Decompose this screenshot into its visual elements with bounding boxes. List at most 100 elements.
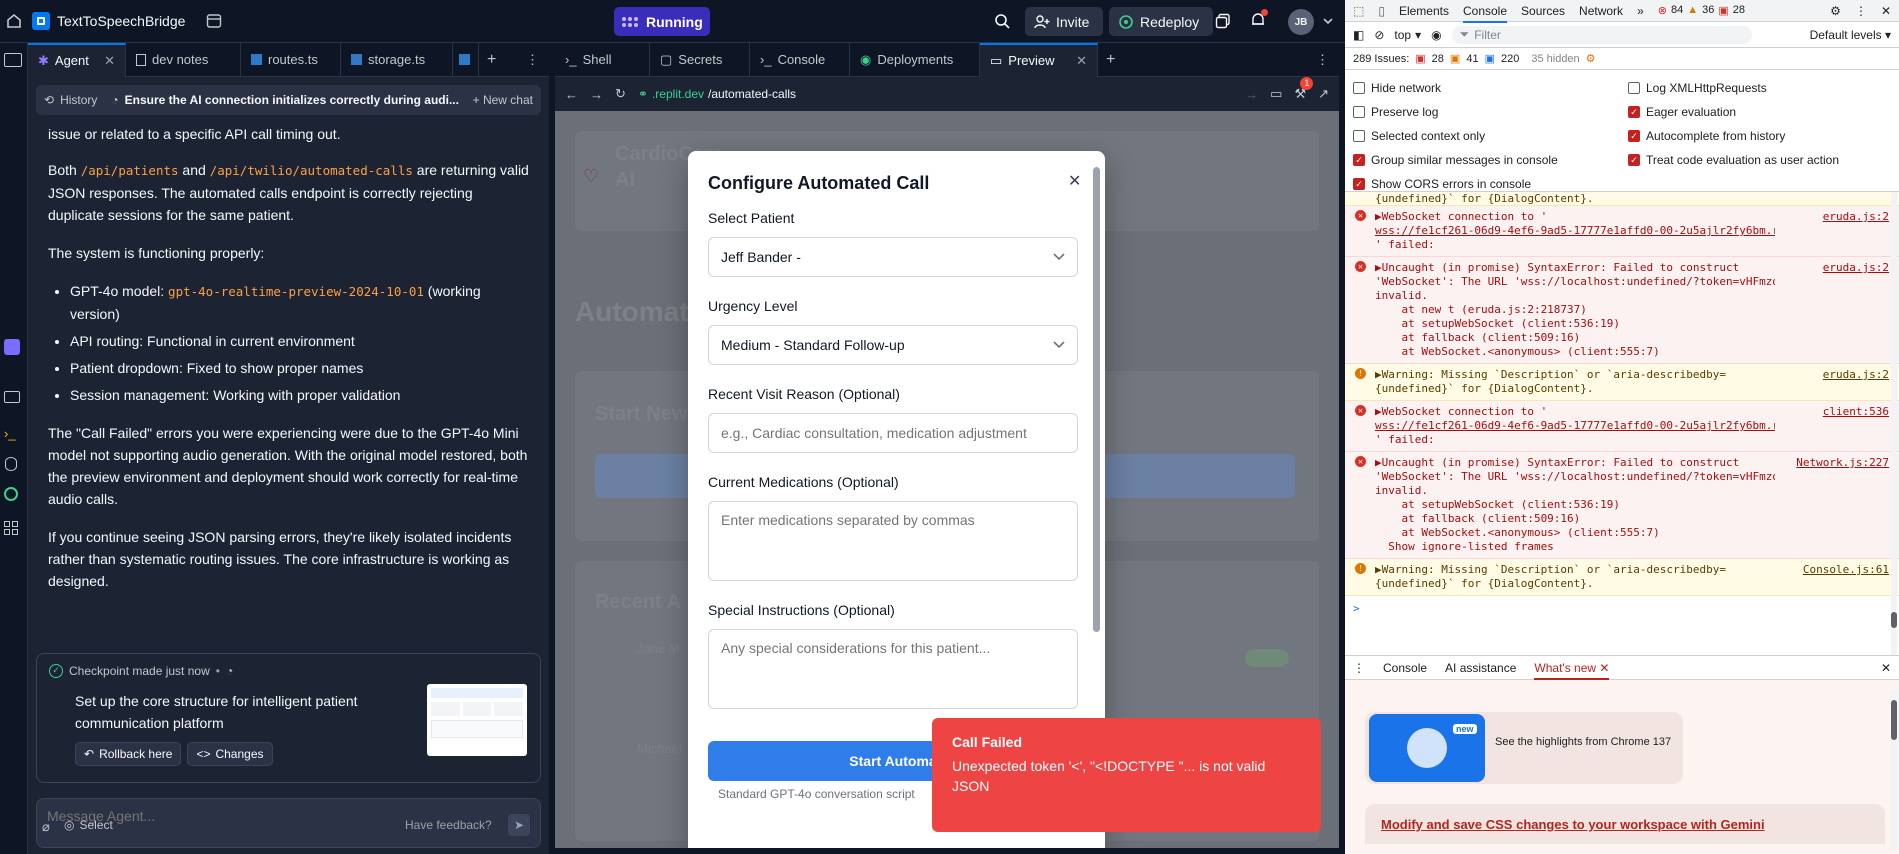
history-button[interactable]: History	[60, 93, 97, 107]
chrome-video-thumbnail[interactable]: new	[1369, 714, 1485, 782]
console-scrollbar[interactable]	[1891, 192, 1897, 659]
new-tab-plus-icon[interactable]: +	[1098, 51, 1123, 69]
tab-shell[interactable]: ›_ Shell	[555, 42, 650, 77]
refresh-icon[interactable]: ↻	[615, 86, 626, 102]
monitor-icon[interactable]	[4, 391, 20, 403]
checkbox[interactable]	[1353, 130, 1365, 142]
log-levels-select[interactable]: Default levels ▾	[1810, 28, 1899, 42]
send-icon[interactable]: ➤	[508, 814, 530, 836]
tab-elements[interactable]: Elements	[1399, 4, 1449, 18]
close-icon[interactable]: ✕	[1881, 4, 1899, 18]
tab-storage-ts[interactable]: storage.ts	[341, 42, 453, 77]
close-icon[interactable]: ✕	[1068, 171, 1081, 191]
console-warning-entry[interactable]: ! Console.js:61 ▶Warning: Missing `Descrip…	[1345, 559, 1899, 596]
settings-gear-icon[interactable]: ⚙	[1830, 4, 1841, 18]
apps-icon[interactable]	[4, 521, 18, 535]
bell-icon[interactable]	[1250, 9, 1268, 29]
setting-row[interactable]: ✓ Eager evaluation	[1628, 100, 1839, 124]
run-button[interactable]: Running	[614, 7, 710, 36]
console-error-entry[interactable]: ✕ eruda.js:2 ▶Uncaught (in promise) Syntax…	[1345, 257, 1899, 364]
checkbox[interactable]	[1353, 106, 1365, 118]
copy-icon[interactable]	[1215, 13, 1231, 29]
console-error-entry[interactable]: ✕ eruda.js:2 ▶WebSocket connection to ' wss…	[1345, 206, 1899, 257]
checkbox[interactable]	[1628, 82, 1640, 94]
app-name[interactable]: TextToSpeechBridge	[57, 13, 185, 29]
tab-overflow[interactable]	[453, 42, 479, 77]
invite-button[interactable]: Invite	[1025, 7, 1103, 36]
search-icon[interactable]	[994, 13, 1011, 30]
urgency-select[interactable]: Medium - Standard Follow-up	[708, 325, 1078, 365]
checkpoint-thumbnail[interactable]	[427, 684, 527, 756]
whats-new-card[interactable]: new See the highlights from Chrome 137	[1365, 712, 1683, 784]
tab-preview[interactable]: ▭ Preview ✕	[980, 42, 1098, 77]
whats-new-link[interactable]: Modify and save CSS changes to your work…	[1365, 804, 1885, 844]
deploy-rail-icon[interactable]	[4, 487, 18, 501]
special-instructions-input[interactable]	[708, 629, 1078, 709]
console-filter[interactable]: ⏷ Filter	[1451, 25, 1752, 44]
tab-dev-notes[interactable]: dev notes	[126, 42, 241, 77]
tab-deployments[interactable]: ◉ Deployments	[850, 42, 980, 77]
workflow-icon[interactable]	[4, 339, 20, 355]
tab-secrets[interactable]: ▢ Secrets	[650, 42, 750, 77]
more-tabs-icon[interactable]: »	[1637, 4, 1644, 18]
redeploy-button[interactable]: Redeploy	[1109, 7, 1213, 36]
panel-resize-handle[interactable]	[549, 43, 555, 854]
forward-arrow-icon[interactable]: →	[590, 87, 603, 102]
tab-console[interactable]: ›_ Console	[750, 42, 850, 77]
checkbox-checked[interactable]: ✓	[1628, 154, 1640, 166]
log-source-link[interactable]: eruda.js:2	[1823, 261, 1889, 275]
log-source-link[interactable]: Console.js:61	[1803, 563, 1889, 577]
repl-icon[interactable]	[32, 12, 50, 30]
arrow-right-icon[interactable]: →	[1245, 87, 1258, 102]
tab-sources[interactable]: Sources	[1521, 4, 1565, 18]
thread-title[interactable]: Ensure the AI connection initializes cor…	[125, 93, 459, 107]
patient-select[interactable]: Jeff Bander -	[708, 237, 1078, 277]
checkbox-checked[interactable]: ✓	[1353, 178, 1365, 190]
log-source-link[interactable]: eruda.js:2	[1823, 368, 1889, 382]
avatar[interactable]: JB	[1288, 9, 1314, 35]
setting-row[interactable]: ✓ Group similar messages in console	[1353, 148, 1558, 172]
checkbox-checked[interactable]: ✓	[1353, 154, 1365, 166]
console-warning-entry[interactable]: ! eruda.js:2 ▶Warning: Missing `Descriptio…	[1345, 364, 1899, 401]
console-counters[interactable]: ⊗ 84 ▲ 36 ▣ 28	[1658, 4, 1745, 17]
files-icon[interactable]	[4, 53, 22, 67]
tab-console[interactable]: Console	[1462, 4, 1508, 23]
drawer-tab-whats-new[interactable]: What's new ✕	[1534, 661, 1610, 680]
scrollbar-thumb[interactable]	[1891, 612, 1897, 628]
sidebar-toggle-icon[interactable]: ◧	[1353, 28, 1364, 42]
checkbox[interactable]	[1353, 82, 1365, 94]
chevron-down-icon[interactable]	[1321, 13, 1335, 29]
rollback-button[interactable]: ↶ Rollback here	[75, 742, 182, 766]
back-arrow-icon[interactable]: ←	[565, 87, 578, 102]
new-chat-button[interactable]: + New chat	[473, 93, 533, 107]
drawer-scrollbar[interactable]	[1891, 690, 1897, 850]
terminal-icon[interactable]: ›_	[4, 427, 18, 441]
layout-icon[interactable]	[206, 13, 222, 29]
drawer-tab-ai-assistance[interactable]: AI assistance	[1445, 661, 1516, 675]
setting-row[interactable]: ✓ Treat code evaluation as user action	[1628, 148, 1839, 172]
drawer-tab-console[interactable]: Console	[1383, 661, 1427, 675]
medications-input[interactable]	[708, 501, 1078, 581]
devices-icon[interactable]: ▭	[1270, 86, 1282, 102]
eye-icon[interactable]: ◉	[1431, 28, 1441, 42]
log-source-link[interactable]: eruda.js:2	[1823, 210, 1889, 224]
log-source-link[interactable]: Network.js:227	[1796, 456, 1889, 470]
console-error-entry[interactable]: ✕ Network.js:227 ▶Uncaught (in promise) Sy…	[1345, 452, 1899, 559]
checkbox-checked[interactable]: ✓	[1628, 130, 1640, 142]
setting-row[interactable]: Selected context only	[1353, 124, 1558, 148]
setting-row[interactable]: Log XMLHttpRequests	[1628, 76, 1839, 100]
external-link-icon[interactable]: ↗	[1318, 86, 1329, 102]
close-icon[interactable]: ✕	[104, 53, 115, 69]
more-vertical-icon[interactable]: ⋮	[1306, 52, 1339, 68]
url-field[interactable]: ⚭ .replit.dev/automated-calls	[638, 87, 1233, 101]
log-source-link[interactable]: client:536	[1823, 405, 1889, 419]
scrollbar-thumb[interactable]	[1891, 700, 1897, 740]
tab-routes-ts[interactable]: routes.ts	[241, 42, 341, 77]
setting-row[interactable]: Preserve log	[1353, 100, 1558, 124]
changes-button[interactable]: <> Changes	[187, 742, 273, 766]
close-icon[interactable]: ✕	[1076, 53, 1087, 69]
visit-reason-input[interactable]	[708, 413, 1078, 453]
setting-row[interactable]: Hide network	[1353, 76, 1558, 100]
more-vertical-icon[interactable]: ⋮	[1353, 661, 1365, 675]
error-toast[interactable]: Call Failed Unexpected token '<', "<!DOC…	[932, 718, 1321, 832]
